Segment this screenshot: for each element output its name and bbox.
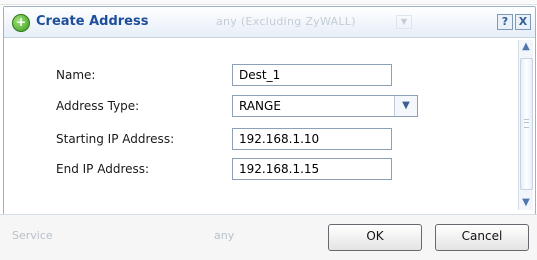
- background-ghost-dropdown-icon: ▼: [396, 15, 412, 29]
- name-label: Name:: [56, 68, 96, 82]
- background-service-value: any: [214, 229, 235, 242]
- address-type-select[interactable]: RANGE ▼: [232, 95, 418, 117]
- name-field[interactable]: Dest_1: [232, 64, 392, 86]
- ok-button[interactable]: OK: [328, 224, 422, 251]
- create-address-dialog: + Create Address any (Excluding ZyWALL) …: [3, 6, 536, 216]
- starting-ip-label: Starting IP Address:: [56, 132, 175, 146]
- end-ip-field[interactable]: 192.168.1.15: [232, 158, 392, 180]
- dialog-scrollbar[interactable]: ▲ ▼: [518, 40, 533, 210]
- grip-icon: [524, 119, 529, 128]
- background-ghost-text: any (Excluding ZyWALL): [216, 15, 356, 28]
- dialog-footer: Service any OK Cancel: [0, 214, 537, 260]
- starting-ip-field[interactable]: 192.168.1.10: [232, 128, 392, 150]
- help-button[interactable]: ?: [497, 14, 513, 30]
- background-top-strip: [0, 0, 537, 5]
- dialog-titlebar: + Create Address any (Excluding ZyWALL) …: [4, 7, 535, 38]
- cancel-button[interactable]: Cancel: [435, 224, 529, 251]
- address-type-value: RANGE: [239, 99, 281, 113]
- dialog-title: Create Address: [36, 14, 149, 29]
- scroll-up-icon[interactable]: ▲: [519, 40, 533, 54]
- plus-circle-icon: +: [12, 14, 30, 32]
- scroll-down-icon[interactable]: ▼: [519, 196, 533, 210]
- end-ip-label: End IP Address:: [56, 162, 150, 176]
- address-type-label: Address Type:: [56, 99, 140, 113]
- close-button[interactable]: X: [515, 14, 531, 30]
- chevron-down-icon[interactable]: ▼: [394, 96, 417, 116]
- background-service-label: Service: [12, 229, 53, 242]
- scroll-thumb[interactable]: [520, 58, 533, 190]
